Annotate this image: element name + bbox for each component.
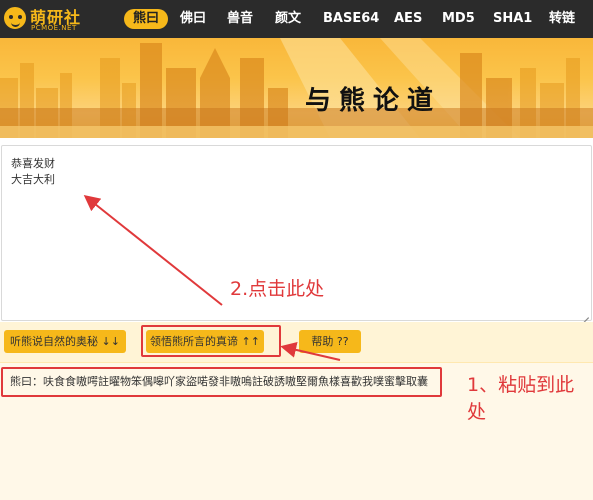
page: 萌研社 PCMOE.NET 熊曰 佛曰 兽音 颜文 BASE64 AES MD5…: [0, 0, 593, 500]
paste-hint-annotation: 1、粘贴到此: [467, 374, 575, 396]
paste-hint-annotation-cont: 处: [467, 401, 487, 423]
arrow-to-decode: [280, 342, 341, 361]
click-hint-annotation: 2.点击此处: [230, 278, 325, 300]
arrow-to-input: [83, 195, 223, 306]
annotation-arrows: [83, 195, 341, 361]
